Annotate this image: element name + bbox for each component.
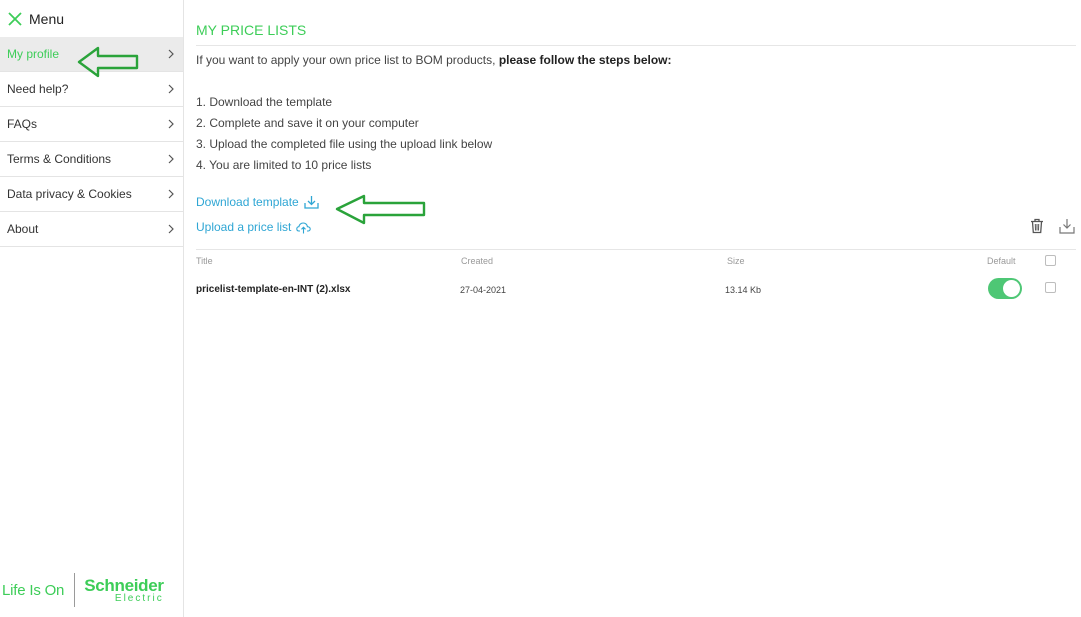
row-created: 27-04-2021 xyxy=(460,285,507,295)
chevron-right-icon xyxy=(168,224,174,234)
cloud-upload-icon xyxy=(296,221,312,233)
step-item: 4. You are limited to 10 price lists xyxy=(196,158,372,172)
sidebar-item-terms[interactable]: Terms & Conditions xyxy=(0,142,183,177)
chevron-right-icon xyxy=(168,154,174,164)
row-title: pricelist-template-en-INT (2).xlsx xyxy=(196,284,351,295)
annotation-arrow-icon xyxy=(77,46,139,78)
column-header-title: Title xyxy=(196,256,213,266)
select-all-checkbox[interactable] xyxy=(1045,255,1056,266)
toggle-knob xyxy=(1003,280,1020,297)
sidebar-item-label: Terms & Conditions xyxy=(7,152,112,166)
main-content: MY PRICE LISTS If you want to apply your… xyxy=(184,0,1081,617)
title-divider xyxy=(196,45,1076,46)
download-icon[interactable] xyxy=(1059,218,1075,234)
chevron-right-icon xyxy=(168,84,174,94)
chevron-right-icon xyxy=(168,49,174,59)
sidebar-item-label: Need help? xyxy=(7,82,69,96)
row-size: 13.14 Kb xyxy=(725,285,762,295)
download-template-label: Download template xyxy=(196,195,299,209)
step-item: 2. Complete and save it on your computer xyxy=(196,116,419,130)
chevron-right-icon xyxy=(168,119,174,129)
download-icon xyxy=(304,196,319,209)
chevron-right-icon xyxy=(168,189,174,199)
upload-price-list-link[interactable]: Upload a price list xyxy=(196,220,312,234)
sidebar-item-label: My profile xyxy=(7,47,60,61)
brand-name: Schneider xyxy=(84,575,164,595)
column-header-default: Default xyxy=(987,256,1016,266)
brand-sub: Electric xyxy=(114,592,164,604)
column-header-created: Created xyxy=(461,256,494,266)
schneider-logo: Schneider Electric xyxy=(84,577,164,604)
sidebar-item-faqs[interactable]: FAQs xyxy=(0,107,183,142)
step-item: 3. Upload the completed file using the u… xyxy=(196,137,493,151)
sidebar-item-label: About xyxy=(7,222,39,236)
download-template-link[interactable]: Download template xyxy=(196,195,319,209)
intro-normal: If you want to apply your own price list… xyxy=(196,53,499,67)
default-toggle[interactable] xyxy=(988,278,1022,299)
page-title: MY PRICE LISTS xyxy=(196,22,307,38)
sidebar-item-label: FAQs xyxy=(7,117,38,131)
brand-divider xyxy=(74,573,76,607)
sidebar-item-privacy[interactable]: Data privacy & Cookies xyxy=(0,177,183,212)
sidebar-item-label: Data privacy & Cookies xyxy=(7,187,132,201)
close-icon[interactable] xyxy=(8,11,22,26)
intro-bold: please follow the steps below: xyxy=(498,53,672,67)
upload-price-list-label: Upload a price list xyxy=(196,220,292,234)
menu-header[interactable]: Menu xyxy=(0,0,183,37)
brand-tagline: Life Is On xyxy=(2,581,65,599)
row-checkbox[interactable] xyxy=(1045,282,1056,293)
intro-text: If you want to apply your own price list… xyxy=(196,53,672,67)
trash-icon[interactable] xyxy=(1030,218,1044,234)
column-header-size: Size xyxy=(727,256,745,266)
steps-list: 1. Download the template 2. Complete and… xyxy=(196,95,492,179)
step-item: 1. Download the template xyxy=(196,95,333,109)
table-divider xyxy=(196,249,1076,250)
sidebar: Menu My profile Need help? FAQs Terms & … xyxy=(0,0,184,617)
sidebar-item-about[interactable]: About xyxy=(0,212,183,247)
brand-logo: Life Is On Schneider Electric xyxy=(2,573,164,607)
annotation-arrow-icon xyxy=(335,194,426,225)
menu-label: Menu xyxy=(29,10,65,27)
